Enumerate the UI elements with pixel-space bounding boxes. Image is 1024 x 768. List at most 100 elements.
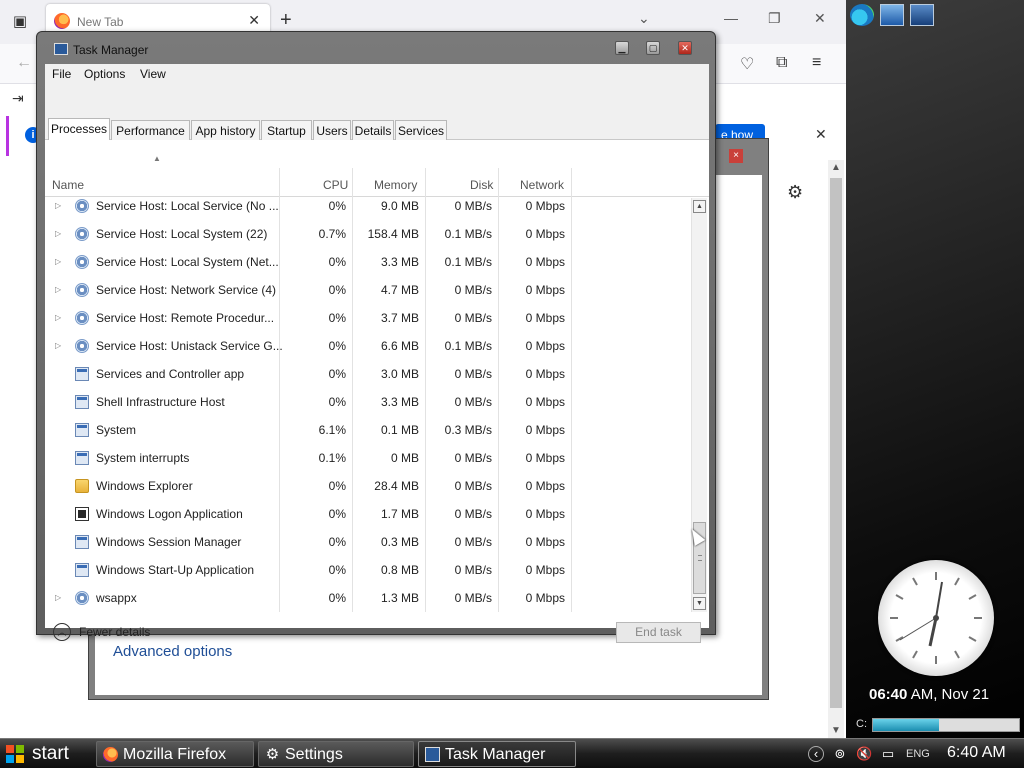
- expand-arrow-icon[interactable]: ▷: [55, 257, 61, 266]
- window-icon: [75, 395, 89, 409]
- process-memory: 1.7 MB: [380, 507, 419, 521]
- process-disk: 0 MB/s: [454, 367, 492, 381]
- end-task-button[interactable]: End task: [616, 622, 701, 643]
- tray-expand-icon[interactable]: ‹: [808, 746, 824, 762]
- scroll-up-icon[interactable]: ▲: [828, 162, 844, 173]
- expand-arrow-icon[interactable]: ▷: [55, 229, 61, 238]
- process-name: System interrupts: [96, 451, 190, 465]
- process-row[interactable]: Shell Infrastructure Host 0% 3.3 MB 0 MB/s 0…: [45, 394, 691, 422]
- sign-in-icon[interactable]: ⇥: [12, 90, 24, 107]
- process-name: System: [96, 423, 137, 437]
- process-cpu: 0%: [328, 395, 346, 409]
- column-header-disk[interactable]: Disk: [470, 178, 493, 192]
- chevron-up-icon[interactable]: ︿: [53, 623, 71, 641]
- advanced-options-link[interactable]: Advanced options: [113, 643, 232, 660]
- taskbar-button-settings[interactable]: ⚙ Settings: [258, 741, 414, 767]
- tab-performance[interactable]: Performance: [111, 120, 190, 140]
- process-memory: 158.4 MB: [367, 227, 419, 241]
- expand-arrow-icon[interactable]: ▷: [55, 285, 61, 294]
- taskbar-button-label: Task Manager: [445, 746, 546, 763]
- process-memory: 0.3 MB: [380, 535, 419, 549]
- process-row[interactable]: Windows Logon Application 0% 1.7 MB 0 MB/s 0…: [45, 506, 691, 534]
- close-button[interactable]: ✕: [678, 41, 692, 55]
- minimize-icon[interactable]: —: [724, 10, 738, 26]
- process-row[interactable]: ▷ Service Host: Network Service (4) 0% 4.7 …: [45, 282, 691, 310]
- process-row[interactable]: ▷ Service Host: Local System (Net... 0% 3.3…: [45, 254, 691, 282]
- chevron-down-icon[interactable]: ⌄: [638, 10, 650, 27]
- process-row[interactable]: ▷ Service Host: Local Service (No ... 0% 9.…: [45, 198, 691, 226]
- menu-options[interactable]: Options: [84, 67, 125, 81]
- taskbar: start Mozilla Firefox ⚙ Settings Task Ma…: [0, 738, 1024, 768]
- tab-app-history[interactable]: App history: [191, 120, 260, 140]
- expand-arrow-icon[interactable]: ▷: [55, 313, 61, 322]
- process-network: 0 Mbps: [525, 199, 565, 213]
- tab-services[interactable]: Services: [395, 120, 447, 140]
- scroll-thumb[interactable]: [830, 178, 842, 708]
- process-list-scrollbar[interactable]: ▲ ▼: [691, 198, 707, 612]
- tray-clock[interactable]: 6:40 AM: [947, 744, 1006, 762]
- firefox-icon: [54, 13, 70, 29]
- task-manager-window: Task Manager ▁ ▢ ✕ File Options View Pro…: [36, 31, 716, 643]
- process-row[interactable]: Services and Controller app 0% 3.0 MB 0 MB/…: [45, 366, 691, 394]
- process-row[interactable]: ▷ Service Host: Local System (22) 0.7% 158.…: [45, 226, 691, 254]
- process-row[interactable]: System 6.1% 0.1 MB 0.3 MB/s 0 Mbps: [45, 422, 691, 450]
- monitor-icon[interactable]: ▭: [880, 746, 896, 762]
- maximize-button[interactable]: ▢: [646, 41, 660, 55]
- menu-file[interactable]: File: [52, 67, 71, 81]
- process-row[interactable]: Windows Start-Up Application 0% 0.8 MB 0 MB…: [45, 562, 691, 590]
- settings-close-icon[interactable]: ×: [729, 149, 743, 163]
- process-row[interactable]: System interrupts 0.1% 0 MB 0 MB/s 0 Mbps: [45, 450, 691, 478]
- expand-arrow-icon[interactable]: ▷: [55, 341, 61, 350]
- process-memory: 3.0 MB: [380, 367, 419, 381]
- terminal-icon: [75, 507, 89, 521]
- process-row[interactable]: Windows Session Manager 0% 0.3 MB 0 MB/s 0 M…: [45, 534, 691, 562]
- analog-clock: [878, 560, 994, 676]
- tab-close-icon[interactable]: ✕: [248, 12, 260, 29]
- volume-muted-icon[interactable]: 🔇: [856, 746, 872, 762]
- notice-close-icon[interactable]: ✕: [815, 126, 827, 143]
- process-row[interactable]: Windows Explorer 0% 28.4 MB 0 MB/s 0 Mbps: [45, 478, 691, 506]
- settings-gear-icon[interactable]: ⚙: [787, 182, 803, 203]
- back-arrow-icon[interactable]: ←: [16, 54, 32, 72]
- edge-icon[interactable]: [850, 4, 874, 26]
- start-button[interactable]: start: [0, 739, 92, 768]
- switch-windows-icon[interactable]: [910, 4, 934, 26]
- expand-arrow-icon[interactable]: ▷: [55, 593, 61, 602]
- column-header-cpu[interactable]: CPU: [323, 178, 348, 192]
- fewer-details-button[interactable]: Fewer details: [79, 625, 150, 639]
- restore-icon[interactable]: ❐: [768, 10, 781, 27]
- column-header-memory[interactable]: Memory: [374, 178, 417, 192]
- taskbar-button-task-manager[interactable]: Task Manager: [418, 741, 576, 767]
- process-row[interactable]: ▷ Service Host: Unistack Service G... 0% 6.…: [45, 338, 691, 366]
- show-desktop-icon[interactable]: [880, 4, 904, 26]
- process-row[interactable]: ▷ Service Host: Remote Procedur... 0% 3.7 M…: [45, 310, 691, 338]
- menu-icon[interactable]: ≡: [812, 54, 821, 72]
- new-tab-plus-icon[interactable]: +: [280, 9, 292, 32]
- tab-details[interactable]: Details: [352, 120, 394, 140]
- menu-view[interactable]: View: [140, 67, 166, 81]
- input-language[interactable]: ENG: [906, 748, 930, 760]
- process-name: Shell Infrastructure Host: [96, 395, 225, 409]
- page-scrollbar[interactable]: ▲ ▼: [828, 160, 844, 738]
- taskbar-button-firefox[interactable]: Mozilla Firefox: [96, 741, 254, 767]
- tab-startup[interactable]: Startup: [261, 120, 312, 140]
- process-cpu: 0%: [328, 311, 346, 325]
- expand-arrow-icon[interactable]: ▷: [55, 201, 61, 210]
- menu-bar: File Options View: [45, 64, 709, 86]
- column-header-network[interactable]: Network: [520, 178, 564, 192]
- network-icon[interactable]: ⊚: [832, 746, 848, 762]
- tab-list-icon[interactable]: ▣: [10, 12, 30, 32]
- tab-users[interactable]: Users: [313, 120, 351, 140]
- process-network: 0 Mbps: [525, 339, 565, 353]
- scroll-up-icon[interactable]: ▲: [693, 200, 706, 213]
- gear-icon: [75, 199, 89, 213]
- tab-processes[interactable]: Processes: [48, 118, 110, 140]
- extensions-icon[interactable]: ⧉: [776, 54, 787, 72]
- scroll-down-icon[interactable]: ▼: [828, 725, 844, 736]
- close-icon[interactable]: ✕: [814, 10, 826, 27]
- pocket-icon[interactable]: ♡: [740, 54, 754, 74]
- process-disk: 0 MB/s: [454, 395, 492, 409]
- column-header-name[interactable]: Name: [52, 178, 84, 192]
- minimize-button[interactable]: ▁: [615, 41, 629, 55]
- window-icon: [75, 535, 89, 549]
